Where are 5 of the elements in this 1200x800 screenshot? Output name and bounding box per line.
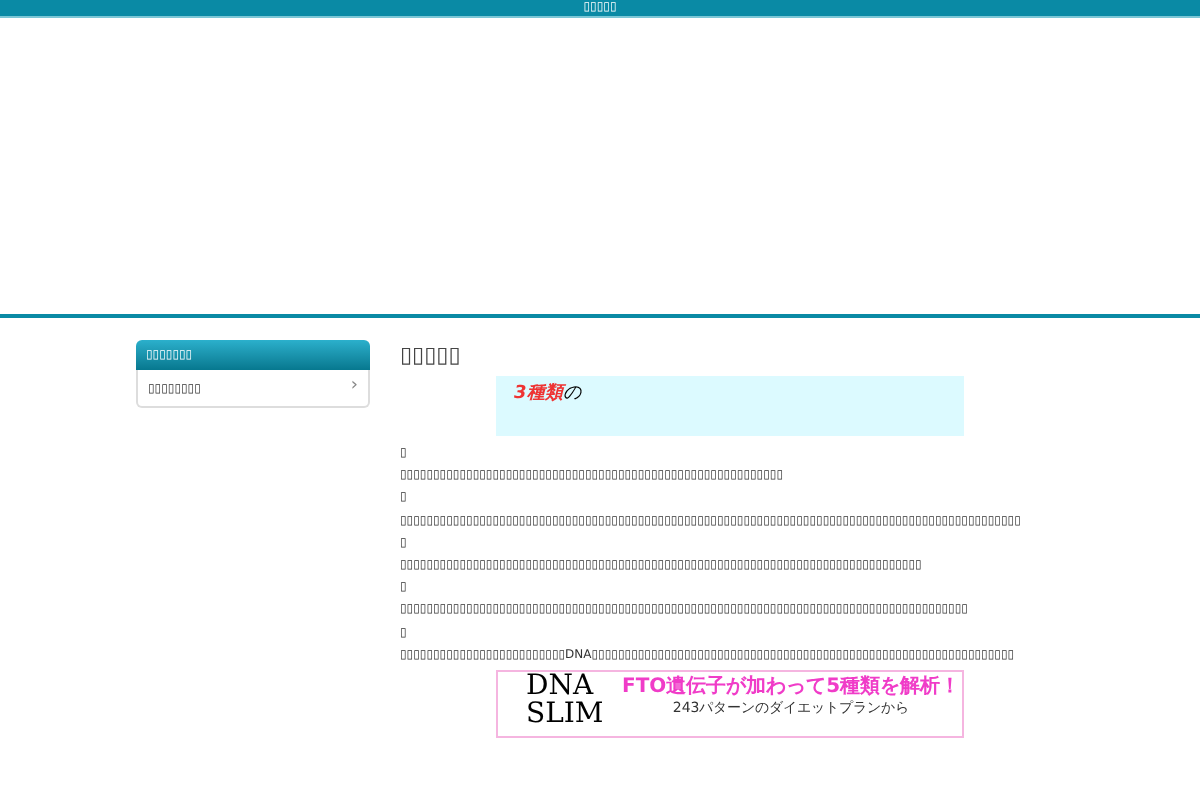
logo-text: DNA bbox=[526, 672, 594, 701]
banner-headline: FTO遺伝子が加わって5種類を解析！ bbox=[622, 674, 961, 700]
logo-text: SLIM bbox=[526, 700, 606, 729]
callout-box: 3種類の bbox=[496, 376, 964, 436]
article-title: ▯▯▯▯▯ bbox=[400, 344, 463, 366]
